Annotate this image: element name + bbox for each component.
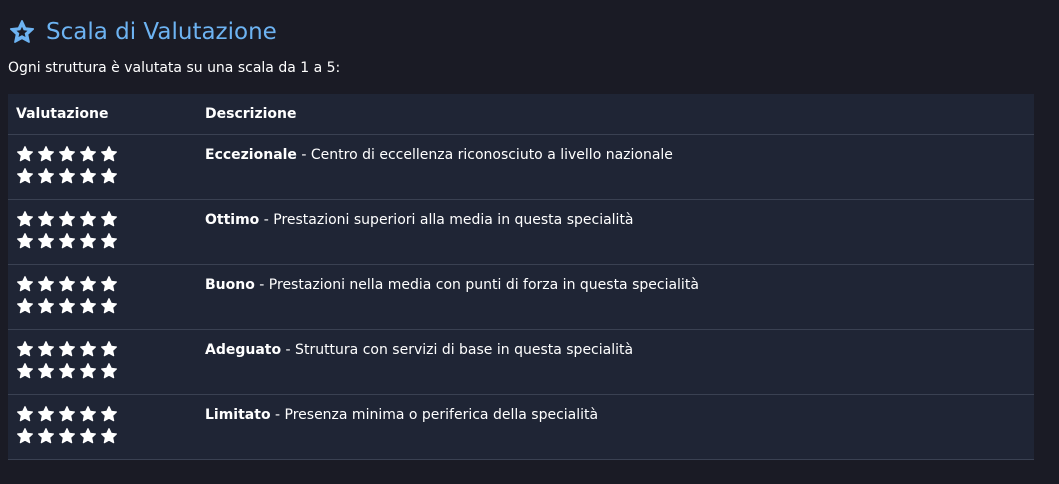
star-icon: [16, 405, 34, 427]
star-icon: [37, 232, 55, 254]
header-descrizione: Descrizione: [197, 94, 1034, 135]
star-icon: [8, 18, 36, 46]
star-icon: [58, 167, 76, 189]
rating-cell: [8, 394, 197, 460]
description-cell: Eccezionale - Centro di eccellenza ricon…: [197, 134, 1034, 200]
rating-label: Limitato: [205, 407, 271, 423]
table-row: Buono - Prestazioni nella media con punt…: [8, 264, 1034, 330]
intro-text: Ogni struttura è valutata su una scala d…: [8, 60, 341, 76]
star-icon: [100, 167, 118, 189]
star-icon: [58, 232, 76, 254]
star-icon: [79, 232, 97, 254]
table-row: Ottimo - Prestazioni superiori alla medi…: [8, 199, 1034, 265]
star-icon: [16, 167, 34, 189]
star-icon: [37, 210, 55, 232]
rating-cell: [8, 199, 197, 265]
star-icon: [16, 427, 34, 449]
rating-cell: [8, 329, 197, 395]
rating-scale-section: Scala di Valutazione Ogni struttura è va…: [8, 14, 1034, 460]
star-icon: [37, 297, 55, 319]
star-icon: [58, 362, 76, 384]
star-icon: [100, 145, 118, 167]
star-icon: [100, 275, 118, 297]
star-icon: [79, 145, 97, 167]
table-row: Eccezionale - Centro di eccellenza ricon…: [8, 134, 1034, 200]
star-icon: [16, 340, 34, 362]
rating-description: - Struttura con servizi di base in quest…: [281, 342, 634, 358]
rating-label: Buono: [205, 277, 255, 293]
star-icon: [37, 405, 55, 427]
star-rating: [16, 275, 197, 319]
star-icon: [100, 362, 118, 384]
star-icon: [37, 167, 55, 189]
rating-cell: [8, 134, 197, 200]
star-icon: [16, 362, 34, 384]
rating-cell: [8, 264, 197, 330]
description-cell: Adeguato - Struttura con servizi di base…: [197, 329, 1034, 395]
star-icon: [100, 427, 118, 449]
section-title: Scala di Valutazione: [46, 19, 277, 45]
star-rating: [16, 405, 197, 449]
star-icon: [100, 297, 118, 319]
star-rating: [16, 210, 197, 254]
rating-description: - Prestazioni superiori alla media in qu…: [259, 212, 634, 228]
description-cell: Limitato - Presenza minima o periferica …: [197, 394, 1034, 460]
rating-label: Adeguato: [205, 342, 282, 358]
star-icon: [37, 362, 55, 384]
star-icon: [79, 275, 97, 297]
star-icon: [58, 427, 76, 449]
star-icon: [16, 275, 34, 297]
section-heading: Scala di Valutazione: [8, 14, 1034, 50]
table-row: Adeguato - Struttura con servizi di base…: [8, 329, 1034, 395]
rating-description: - Prestazioni nella media con punti di f…: [254, 277, 699, 293]
star-icon: [37, 340, 55, 362]
star-icon: [58, 297, 76, 319]
star-icon: [79, 340, 97, 362]
rating-description: - Presenza minima o periferica della spe…: [270, 407, 599, 423]
rating-table: Valutazione Descrizione Eccezionale - Ce…: [8, 94, 1034, 460]
star-icon: [100, 405, 118, 427]
star-icon: [58, 405, 76, 427]
rating-description: - Centro di eccellenza riconosciuto a li…: [296, 147, 673, 163]
star-rating: [16, 340, 197, 384]
star-icon: [79, 362, 97, 384]
star-icon: [79, 297, 97, 319]
star-icon: [37, 427, 55, 449]
star-icon: [79, 210, 97, 232]
star-icon: [16, 145, 34, 167]
star-rating: [16, 145, 197, 189]
star-icon: [79, 427, 97, 449]
star-icon: [100, 232, 118, 254]
rating-label: Eccezionale: [205, 147, 297, 163]
description-cell: Ottimo - Prestazioni superiori alla medi…: [197, 199, 1034, 265]
star-icon: [58, 340, 76, 362]
star-icon: [16, 232, 34, 254]
star-icon: [79, 167, 97, 189]
star-icon: [58, 275, 76, 297]
header-valutazione: Valutazione: [8, 94, 197, 135]
star-icon: [58, 145, 76, 167]
table-header-row: Valutazione Descrizione: [8, 94, 1034, 135]
star-icon: [100, 340, 118, 362]
star-icon: [58, 210, 76, 232]
star-icon: [79, 405, 97, 427]
star-icon: [16, 297, 34, 319]
star-icon: [100, 210, 118, 232]
table-row: Limitato - Presenza minima o periferica …: [8, 394, 1034, 460]
star-icon: [37, 145, 55, 167]
description-cell: Buono - Prestazioni nella media con punt…: [197, 264, 1034, 330]
rating-label: Ottimo: [205, 212, 260, 228]
star-icon: [37, 275, 55, 297]
star-icon: [16, 210, 34, 232]
